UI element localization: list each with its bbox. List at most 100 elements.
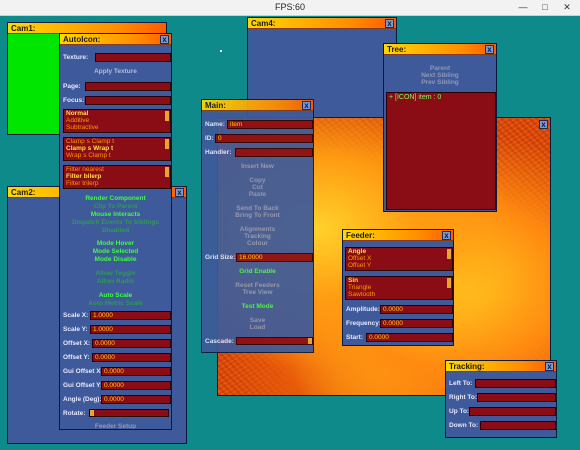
save-button[interactable]: Save — [203, 317, 312, 324]
disabled-button[interactable]: Disabled — [61, 227, 170, 234]
apply-texture-button[interactable]: Apply Texture — [61, 68, 170, 75]
blend-option[interactable]: Additive — [64, 117, 170, 124]
mode-hover-button[interactable]: Mode Hover — [61, 240, 170, 247]
down-to-field[interactable] — [480, 421, 556, 430]
up-to-field[interactable] — [469, 407, 556, 416]
close-icon[interactable]: x — [442, 231, 451, 240]
list-scrollbar[interactable] — [447, 249, 451, 259]
test-mode-button[interactable]: Test Mode — [203, 303, 312, 310]
tree-window[interactable]: Tree: x Parent Next Sibling Prev Sibling… — [383, 43, 497, 212]
list-scrollbar[interactable] — [165, 111, 169, 121]
texture-field[interactable] — [95, 53, 171, 62]
render-component-button[interactable]: Render Component — [61, 195, 170, 202]
blend-option[interactable]: Normal — [64, 110, 170, 117]
allow-radio-button[interactable]: Allow Radio — [61, 278, 170, 285]
autoicon-titlebar[interactable]: AutoIcon: x — [60, 34, 171, 45]
cut-button[interactable]: Cut — [203, 184, 312, 191]
minimize-icon[interactable]: — — [512, 0, 534, 15]
reset-feeders-button[interactable]: Reset Feeders — [203, 282, 312, 289]
close-icon[interactable]: x — [160, 35, 169, 44]
handler-field[interactable] — [235, 148, 313, 157]
filter-list[interactable]: Filter nearest Filter bilerp Filter tril… — [63, 165, 171, 189]
dispatch-events-button[interactable]: Dispatch Events To Siblings — [61, 219, 170, 226]
clamp-option[interactable]: Wrap s Clamp t — [64, 152, 170, 159]
right-to-field[interactable] — [477, 393, 556, 402]
angle-field[interactable]: 0.0000 — [101, 395, 171, 404]
cam4-titlebar[interactable]: Cam4: x — [248, 18, 396, 29]
channel-option[interactable]: Angle — [346, 248, 452, 255]
tree-view-button[interactable]: Tree View — [203, 289, 312, 296]
wave-option[interactable]: Sin — [346, 277, 452, 284]
list-scrollbar[interactable] — [447, 278, 451, 288]
focus-field[interactable] — [85, 96, 171, 105]
feeder-setup-button[interactable]: Feeder Setup — [61, 423, 170, 429]
clamp-option[interactable]: Clamp s Wrap t — [64, 145, 170, 152]
grid-enable-button[interactable]: Grid Enable — [203, 268, 312, 275]
gui-offset-y-field[interactable]: 0.0000 — [101, 381, 171, 390]
autoicon-window[interactable]: AutoIcon: x Texture: Apply Texture Page:… — [59, 33, 172, 430]
colour-button[interactable]: Colour — [203, 240, 312, 247]
close-icon[interactable]: ✕ — [556, 0, 578, 15]
cascade-slider[interactable] — [236, 337, 313, 345]
close-icon[interactable]: x — [485, 45, 494, 54]
clamp-option[interactable]: Clamp s Clamp t — [64, 138, 170, 145]
scale-x-field[interactable]: 1.0000 — [90, 311, 171, 320]
blend-option[interactable]: Subtractive — [64, 124, 170, 131]
close-icon[interactable]: x — [385, 19, 394, 28]
feeder-titlebar[interactable]: Feeder: x — [343, 230, 453, 241]
auto-metric-scale-button[interactable]: Auto Metric Scale — [61, 300, 170, 307]
alignments-button[interactable]: Alignments — [203, 226, 312, 233]
copy-button[interactable]: Copy — [203, 177, 312, 184]
mode-selected-button[interactable]: Mode Selected — [61, 248, 170, 255]
tracking-titlebar[interactable]: Tracking: x — [446, 361, 556, 372]
main-window[interactable]: Main: x Name: item ID: 0 Handler: Insert… — [201, 99, 314, 353]
close-icon[interactable]: x — [175, 188, 184, 197]
wave-option[interactable]: Sawtooth — [346, 291, 452, 298]
grid-size-field[interactable]: 16.0000 — [236, 253, 313, 262]
tracking-button[interactable]: Tracking — [203, 233, 312, 240]
name-field[interactable]: item — [227, 120, 313, 129]
main-titlebar[interactable]: Main: x — [202, 100, 313, 111]
left-to-field[interactable] — [475, 379, 556, 388]
feeder-window[interactable]: Feeder: x Angle Offset X Offset Y Sin Tr… — [342, 229, 454, 346]
mouse-interacts-button[interactable]: Mouse Interacts — [61, 211, 170, 218]
gui-offset-x-field[interactable]: 0.0000 — [101, 367, 171, 376]
frequency-field[interactable]: 0.0000 — [380, 319, 453, 328]
tree-titlebar[interactable]: Tree: x — [384, 44, 496, 55]
filter-option[interactable]: Filter trilerp — [64, 180, 170, 187]
slider-knob[interactable] — [308, 338, 312, 344]
tracking-window[interactable]: Tracking: x Left To: Right To: Up To: Do… — [445, 360, 557, 438]
allow-toggle-button[interactable]: Allow Toggle — [61, 270, 170, 277]
amplitude-field[interactable]: 0.0000 — [380, 305, 453, 314]
scale-y-field[interactable]: 1.0000 — [90, 325, 171, 334]
tree-list[interactable]: + [ICON] item : 0 — [386, 92, 496, 210]
insert-new-button[interactable]: Insert New — [203, 163, 312, 170]
prev-sibling-button[interactable]: Prev Sibling — [385, 79, 495, 86]
channel-option[interactable]: Offset X — [346, 255, 452, 262]
blend-mode-list[interactable]: Normal Additive Subtractive — [63, 109, 171, 133]
next-sibling-button[interactable]: Next Sibling — [385, 72, 495, 79]
filter-option[interactable]: Filter bilerp — [64, 173, 170, 180]
paste-button[interactable]: Paste — [203, 191, 312, 198]
load-button[interactable]: Load — [203, 324, 312, 331]
wave-option[interactable]: Triangle — [346, 284, 452, 291]
list-scrollbar[interactable] — [165, 139, 169, 149]
filter-option[interactable]: Filter nearest — [64, 166, 170, 173]
start-field[interactable]: 0.0000 — [366, 333, 453, 342]
clip-to-parent-button[interactable]: Clip To Parent — [61, 203, 170, 210]
bring-to-front-button[interactable]: Bring To Front — [203, 212, 312, 219]
feeder-channel-list[interactable]: Angle Offset X Offset Y — [345, 247, 453, 271]
close-icon[interactable]: x — [302, 101, 311, 110]
offset-x-field[interactable]: 0.0000 — [92, 339, 171, 348]
close-icon[interactable]: x — [539, 120, 548, 129]
parent-button[interactable]: Parent — [385, 65, 495, 72]
list-scrollbar[interactable] — [165, 167, 169, 177]
rotate-slider[interactable] — [89, 409, 169, 417]
send-to-back-button[interactable]: Send To Back — [203, 205, 312, 212]
tree-item[interactable]: + [ICON] item : 0 — [387, 93, 495, 101]
offset-y-field[interactable]: 0.0000 — [92, 353, 171, 362]
maximize-icon[interactable]: □ — [534, 0, 556, 15]
channel-option[interactable]: Offset Y — [346, 262, 452, 269]
feeder-wave-list[interactable]: Sin Triangle Sawtooth — [345, 276, 453, 300]
clamp-mode-list[interactable]: Clamp s Clamp t Clamp s Wrap t Wrap s Cl… — [63, 137, 171, 161]
